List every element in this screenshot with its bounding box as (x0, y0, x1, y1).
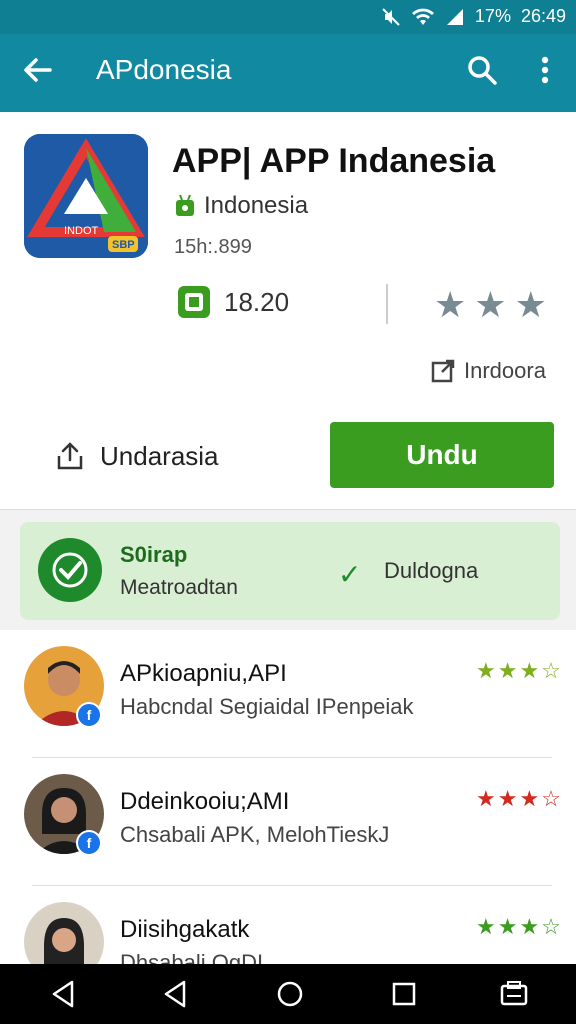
external-link-label: Inrdoora (464, 358, 546, 383)
page-title: APdonesia (96, 54, 232, 85)
system-nav-bar (0, 964, 576, 1024)
home-nav-icon[interactable] (274, 978, 306, 1010)
open-external-icon (431, 359, 455, 383)
review-item[interactable]: f APkioapniu,API Habcndal Segiaidal IPen… (0, 630, 576, 758)
clock: 26:49 (520, 6, 566, 26)
review-stars: ★★★☆ (476, 914, 563, 939)
divider (386, 284, 388, 324)
review-text: Habcndal Segiaidal IPenpeiak (120, 694, 414, 719)
verified-check-icon (38, 538, 102, 602)
avatar (24, 902, 104, 964)
rating-badge-icon (178, 286, 210, 318)
verified-title: S0irap (120, 542, 188, 567)
star-icon: ★ (514, 284, 547, 325)
review-item[interactable]: Diisihgakatk Dhsabali OgDI ★★★☆ (0, 886, 576, 964)
recents-nav-icon[interactable] (388, 978, 420, 1010)
share-button[interactable]: Undarasia (54, 440, 219, 472)
battery-text: 17% (474, 6, 511, 26)
verified-banner: S0irap Meatroadtan ✓ Duldogna (20, 522, 560, 620)
developer-name: Indonesia (204, 192, 309, 219)
review-text: Chsabali APK, MelohTieskJ (120, 822, 390, 847)
mute-icon (382, 7, 400, 26)
back-nav-icon[interactable] (48, 978, 80, 1010)
app-logo-icon: INDOT SBP (24, 134, 148, 258)
app-size: 15h:.899 (174, 236, 252, 258)
back-nav-icon[interactable] (160, 978, 192, 1010)
app-details-card: INDOT SBP APP| APP Indanesia Indonesia 1… (0, 112, 576, 510)
review-item[interactable]: f Ddeinkooiu;AMI Chsabali APK, MelohTies… (0, 758, 576, 886)
app-icon[interactable]: INDOT SBP (24, 134, 148, 258)
app-bar: APdonesia (0, 34, 576, 112)
star-icon: ★ (474, 284, 507, 325)
rating-box: 18.20 (176, 284, 289, 320)
star-rating: ★ ★ ★ (434, 284, 547, 326)
star-icon: ★ (434, 284, 467, 325)
review-text: Dhsabali OgDI (120, 950, 264, 964)
screenshot-nav-icon[interactable] (498, 978, 530, 1010)
search-icon[interactable] (464, 52, 500, 88)
share-label: Undarasia (100, 440, 219, 471)
verified-subtitle: Meatroadtan (120, 576, 238, 599)
app-icon-tag: SBP (112, 239, 135, 251)
reviewer-name: APkioapniu,API (120, 660, 287, 687)
reviewer-name: Ddeinkooiu;AMI (120, 788, 290, 815)
external-link[interactable]: Inrdoora (430, 358, 546, 384)
verified-status: Duldogna (384, 558, 479, 583)
app-icon-label: INDOT (64, 225, 99, 237)
rating-value: 18.20 (224, 286, 290, 317)
reviews-list: f APkioapniu,API Habcndal Segiaidal IPen… (0, 630, 576, 964)
app-title: APP| APP Indanesia (172, 142, 496, 180)
review-stars: ★★★☆ (476, 786, 563, 811)
check-icon: ✓ (338, 559, 362, 590)
verified-badge-icon: f (76, 830, 102, 856)
reviewer-name: Diisihgakatk (120, 916, 250, 943)
developer-row[interactable]: Indonesia (174, 192, 308, 220)
status-bar: 17% 26:49 (0, 0, 576, 34)
review-stars: ★★★☆ (476, 658, 563, 683)
android-icon (176, 194, 194, 216)
share-icon (57, 442, 83, 470)
signal-icon (446, 8, 463, 25)
install-button[interactable]: Undu (330, 422, 554, 488)
more-vert-icon[interactable] (530, 52, 560, 88)
verified-badge-icon: f (76, 702, 102, 728)
wifi-icon (411, 8, 434, 25)
back-arrow-icon[interactable] (20, 52, 56, 88)
